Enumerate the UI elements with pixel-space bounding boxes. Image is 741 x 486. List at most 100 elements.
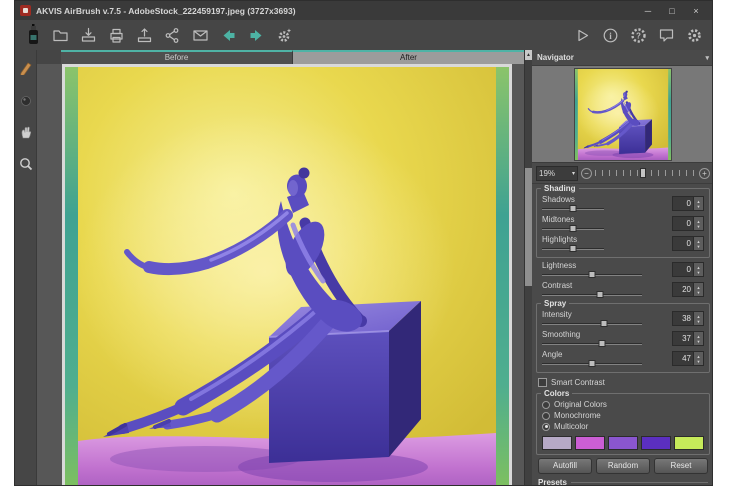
- tool-strip: [15, 50, 37, 485]
- lightness-slider[interactable]: [542, 271, 642, 278]
- minimize-button[interactable]: ─: [637, 6, 659, 16]
- chevron-down-icon: ▾: [571, 170, 575, 177]
- info-button[interactable]: i: [601, 24, 620, 46]
- publish-button[interactable]: [191, 24, 210, 46]
- radio-icon[interactable]: [542, 400, 550, 409]
- print-button[interactable]: [107, 24, 126, 46]
- radio-selected-icon[interactable]: [542, 422, 550, 431]
- feedback-chat-button[interactable]: [657, 24, 676, 46]
- close-button[interactable]: ×: [685, 6, 707, 16]
- preview-tabs: Before After: [37, 50, 524, 64]
- effects-gear-icon[interactable]: [275, 24, 294, 46]
- intensity-slider-handle[interactable]: [600, 320, 608, 327]
- midtones-slider[interactable]: [542, 225, 604, 232]
- zoom-out-button[interactable]: −: [581, 167, 592, 179]
- radio-icon[interactable]: [542, 411, 550, 420]
- spin-down-icon[interactable]: ▼: [697, 290, 701, 295]
- contrast-spinner[interactable]: 20 ▲ ▼: [672, 282, 704, 297]
- highlights-spinner[interactable]: 0 ▲ ▼: [672, 236, 704, 251]
- save-image-button[interactable]: [79, 24, 98, 46]
- color-swatch[interactable]: [542, 436, 572, 450]
- scrollbar-thumb[interactable]: [525, 168, 532, 286]
- color-swatch[interactable]: [575, 436, 605, 450]
- zoom-slider[interactable]: [595, 168, 696, 178]
- spin-down-icon[interactable]: ▼: [697, 244, 701, 249]
- navigator-collapse-icon[interactable]: ▾: [705, 54, 709, 62]
- svg-text:i: i: [609, 31, 612, 41]
- smoothing-value: 37: [682, 334, 691, 343]
- scroll-up-icon[interactable]: ▲: [525, 50, 532, 60]
- spin-down-icon[interactable]: ▼: [697, 339, 701, 344]
- share-button[interactable]: [163, 24, 182, 46]
- tab-before[interactable]: Before: [61, 50, 293, 64]
- tab-after[interactable]: After: [293, 50, 524, 64]
- intensity-slider[interactable]: [542, 320, 642, 327]
- angle-spinner[interactable]: 47 ▲ ▼: [672, 351, 704, 366]
- lightness-value: 0: [686, 265, 691, 274]
- shading-title: Shading: [541, 184, 579, 193]
- midtones-spinner[interactable]: 0 ▲ ▼: [672, 216, 704, 231]
- help-button[interactable]: ?: [629, 24, 648, 46]
- undo-back-button[interactable]: [219, 24, 238, 46]
- spin-down-icon[interactable]: ▼: [697, 224, 701, 229]
- lightness-slider-handle[interactable]: [588, 271, 596, 278]
- app-icon: [20, 5, 31, 16]
- color-swatch[interactable]: [674, 436, 704, 450]
- highlights-slider-handle[interactable]: [569, 245, 577, 252]
- random-button[interactable]: Random: [596, 458, 650, 474]
- canvas-image[interactable]: [62, 64, 512, 485]
- contrast-slider-handle[interactable]: [596, 291, 604, 298]
- color-swatch[interactable]: [608, 436, 638, 450]
- original-colors-option[interactable]: Original Colors: [542, 399, 704, 410]
- colors-group: Colors Original Colors Monochrome Multic…: [536, 389, 710, 455]
- run-button[interactable]: [573, 24, 592, 46]
- shadows-label: Shadows: [542, 195, 575, 204]
- multicolor-option[interactable]: Multicolor: [542, 421, 704, 432]
- smoothing-slider[interactable]: [542, 340, 642, 347]
- airbrush-tool[interactable]: [18, 60, 33, 80]
- smoothing-slider-handle[interactable]: [598, 340, 606, 347]
- zoom-in-button[interactable]: +: [699, 167, 710, 179]
- highlights-value: 0: [686, 239, 691, 248]
- shadows-spinner[interactable]: 0 ▲ ▼: [672, 196, 704, 211]
- presets-title: Presets: [538, 478, 567, 485]
- maximize-button[interactable]: □: [661, 6, 683, 16]
- spin-down-icon[interactable]: ▼: [697, 204, 701, 209]
- shadows-slider-handle[interactable]: [569, 205, 577, 212]
- zoom-value: 19%: [539, 168, 556, 178]
- shading-group: Shading Shadows 0 ▲ ▼ Midtones 0 ▲ ▼ Hig…: [536, 184, 710, 258]
- lightness-spinner[interactable]: 0 ▲ ▼: [672, 262, 704, 277]
- parameters: Shading Shadows 0 ▲ ▼ Midtones 0 ▲ ▼ Hig…: [532, 182, 712, 485]
- midtones-slider-handle[interactable]: [569, 225, 577, 232]
- spin-down-icon[interactable]: ▼: [697, 359, 701, 364]
- open-image-button[interactable]: [51, 24, 70, 46]
- smart-contrast-checkbox[interactable]: [538, 378, 547, 387]
- shadows-slider[interactable]: [542, 205, 604, 212]
- highlights-slider[interactable]: [542, 245, 604, 252]
- spin-down-icon[interactable]: ▼: [697, 319, 701, 324]
- autofill-button[interactable]: Autofill: [538, 458, 592, 474]
- angle-slider-handle[interactable]: [588, 360, 596, 367]
- redo-forward-button[interactable]: [247, 24, 266, 46]
- spray-can-icon: [23, 24, 42, 46]
- color-swatch[interactable]: [641, 436, 671, 450]
- preferences-gear-button[interactable]: [685, 24, 704, 46]
- navigator-preview[interactable]: [532, 66, 712, 163]
- spin-down-icon[interactable]: ▼: [697, 270, 701, 275]
- spray-title: Spray: [541, 299, 570, 308]
- hand-tool[interactable]: [18, 124, 33, 144]
- reset-button[interactable]: Reset: [654, 458, 708, 474]
- contrast-slider[interactable]: [542, 291, 642, 298]
- intensity-label: Intensity: [542, 310, 572, 319]
- zoom-tool[interactable]: [18, 156, 33, 176]
- zoom-combo[interactable]: 19% ▾: [536, 165, 578, 181]
- monochrome-option[interactable]: Monochrome: [542, 410, 704, 421]
- intensity-spinner[interactable]: 38 ▲ ▼: [672, 311, 704, 326]
- zoom-slider-handle[interactable]: [640, 168, 647, 178]
- smoothing-spinner[interactable]: 37 ▲ ▼: [672, 331, 704, 346]
- history-brush-tool[interactable]: [18, 92, 33, 112]
- export-button[interactable]: [135, 24, 154, 46]
- angle-slider[interactable]: [542, 360, 642, 367]
- canvas-scrollbar[interactable]: ▲: [524, 50, 532, 485]
- contrast-label: Contrast: [542, 281, 573, 290]
